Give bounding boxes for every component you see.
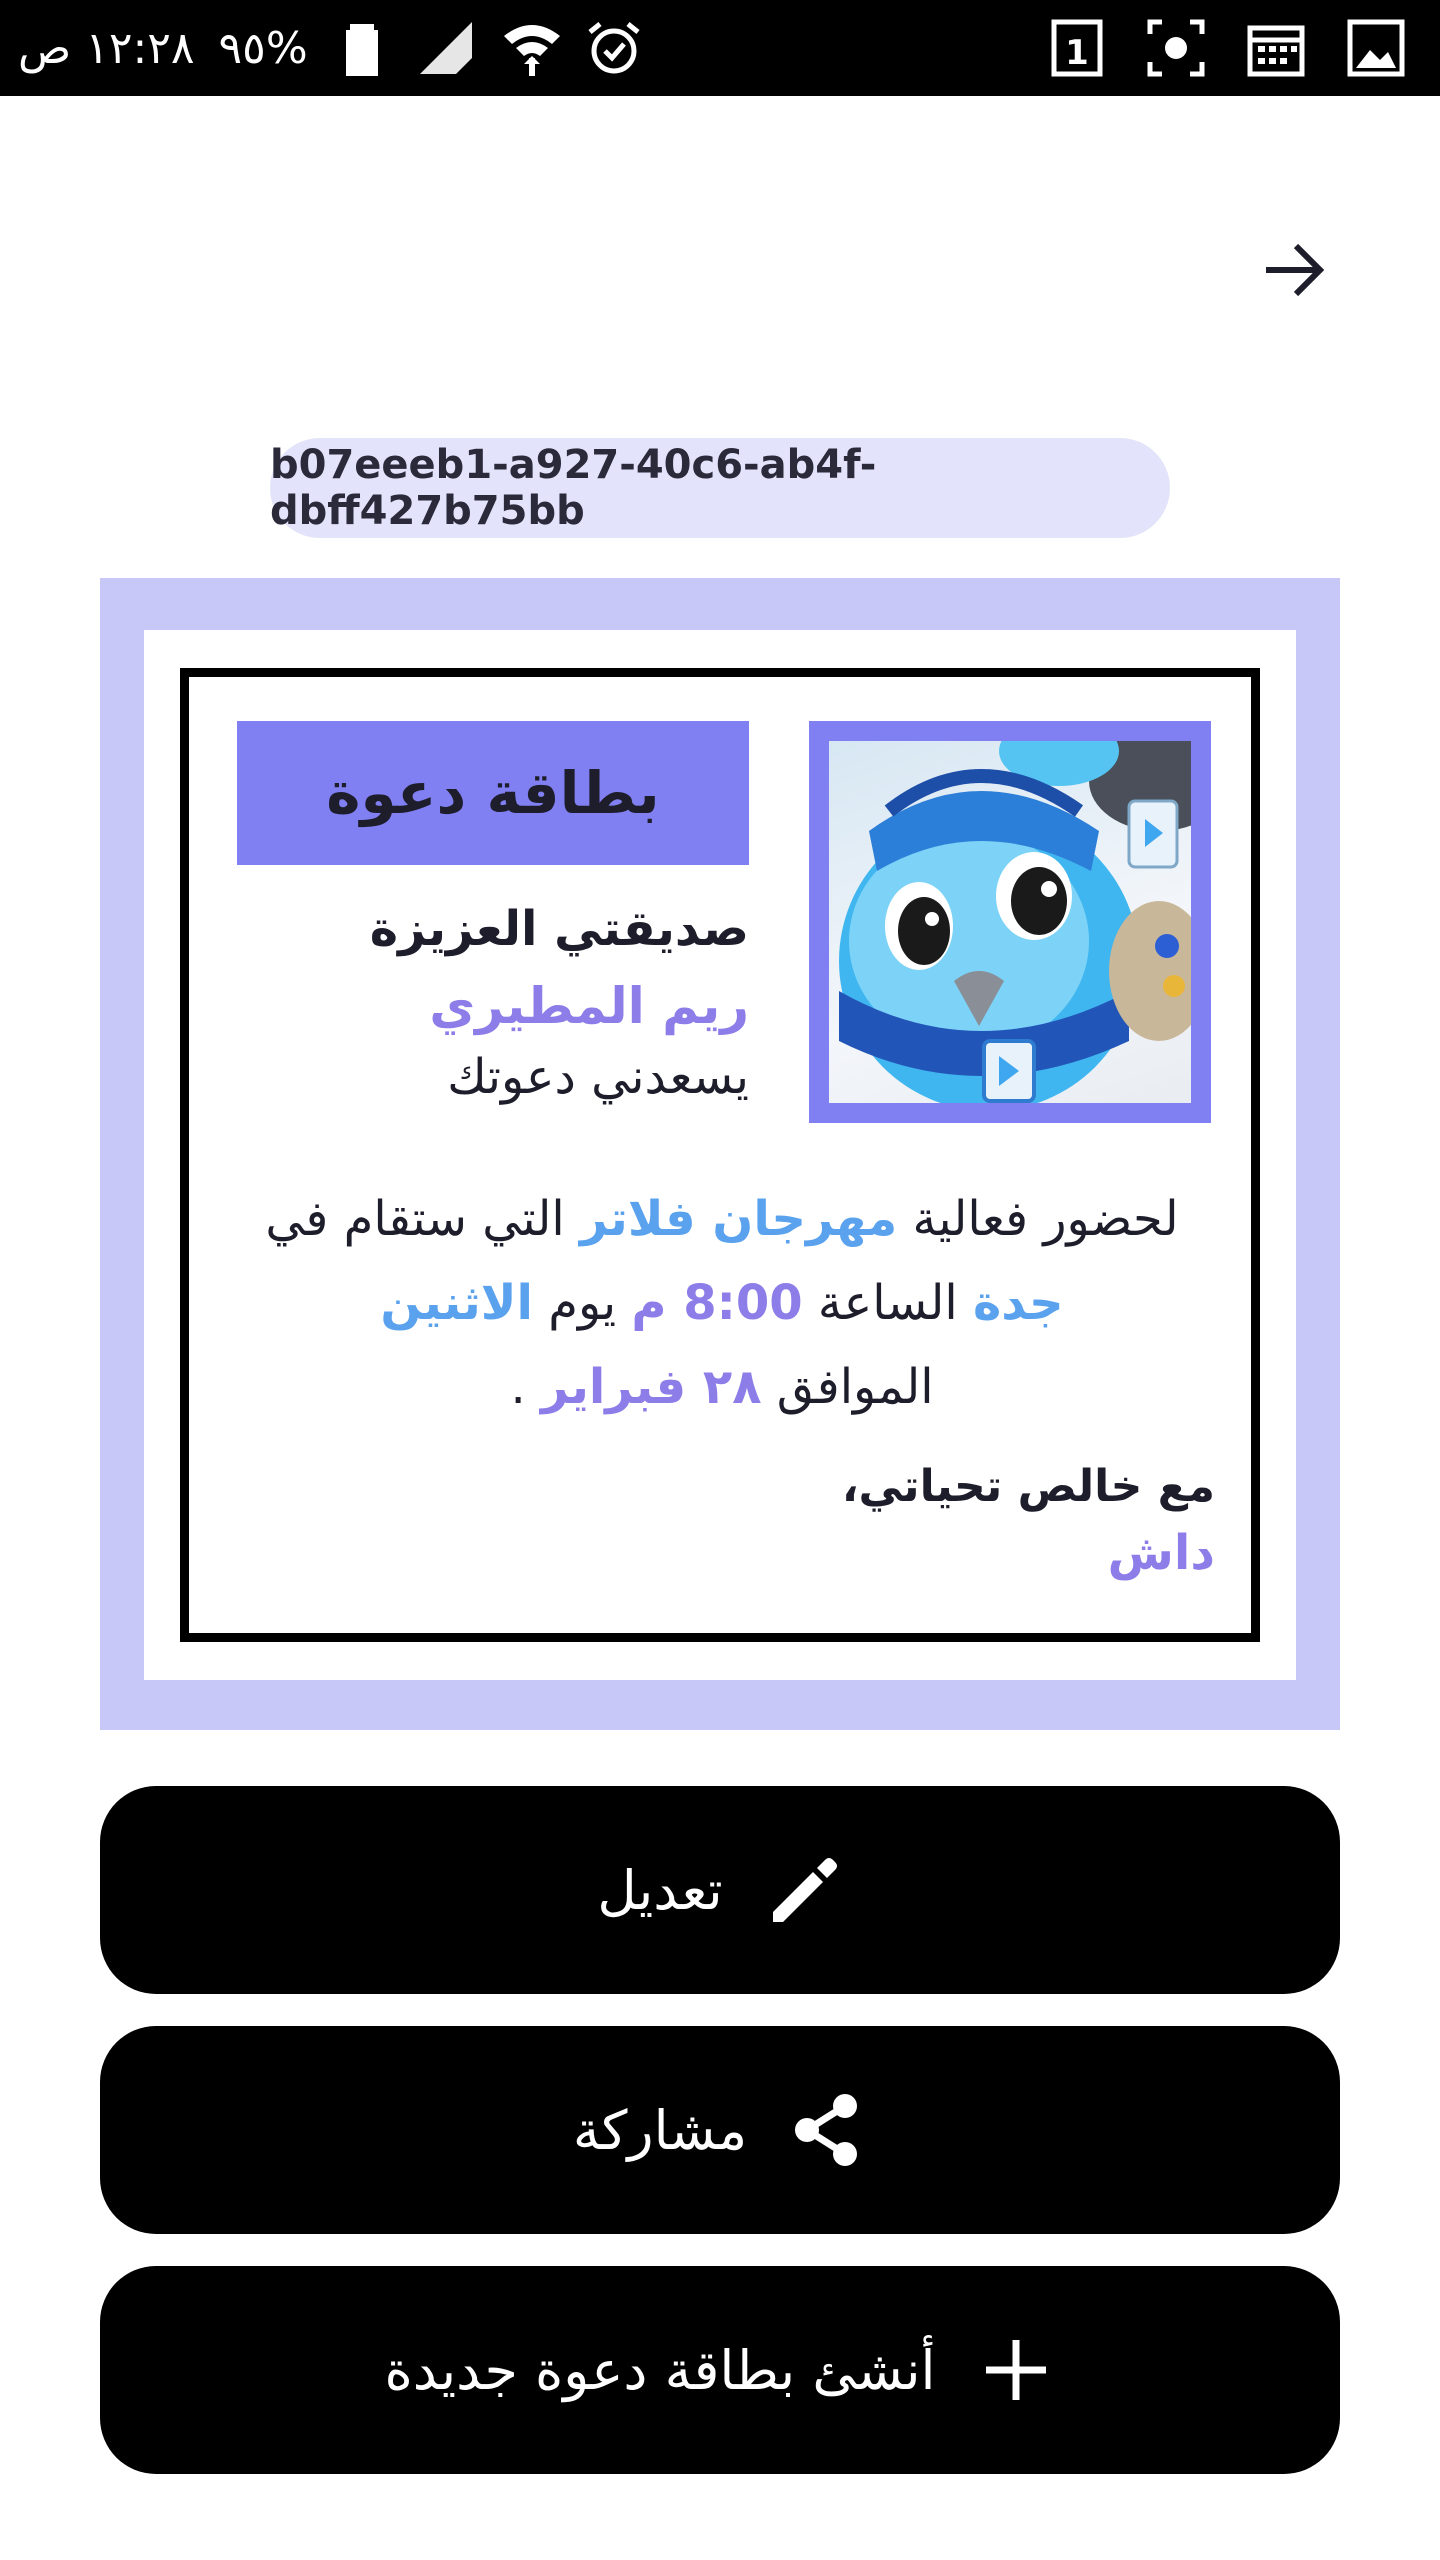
calendar-icon — [1246, 18, 1306, 78]
card-id-chip: b07eeeb1-a927-40c6-ab4f-dbff427b75bb — [270, 438, 1170, 538]
status-battery-percent: %٩٥ — [218, 22, 308, 74]
event-name: مهرجان فلاتر — [579, 1191, 898, 1247]
card-body-text: لحضور فعالية مهرجان فلاتر التي ستقام في … — [229, 1177, 1215, 1429]
body-text-part: . — [510, 1359, 541, 1415]
status-bar-left: ١٢:٢٨ ص %٩٥ — [18, 0, 644, 96]
screenshot-icon — [1146, 18, 1206, 78]
battery-icon — [332, 18, 392, 78]
create-new-card-button[interactable]: أنشئ بطاقة دعوة جديدة — [100, 2266, 1340, 2474]
status-bar: ١٢:٢٨ ص %٩٥ 1 — [0, 0, 1440, 96]
share-icon — [787, 2090, 867, 2170]
wifi-icon — [500, 18, 560, 78]
image-icon — [1346, 18, 1406, 78]
card-title-band: بطاقة دعوة — [237, 721, 749, 865]
event-city: جدة — [972, 1275, 1064, 1331]
body-text-part: لحضور فعالية — [897, 1191, 1179, 1247]
edit-button-label: تعديل — [597, 1858, 723, 1922]
card-title: بطاقة دعوة — [326, 759, 660, 827]
plus-icon — [976, 2330, 1056, 2410]
card-photo-frame — [809, 721, 1211, 1123]
status-time: ١٢:٢٨ ص — [18, 22, 195, 74]
body-text-part: الموافق — [761, 1359, 934, 1415]
alarm-icon — [584, 18, 644, 78]
card-closing: مع خالص تحياتي، داش — [229, 1455, 1215, 1587]
body-text-part: يوم — [532, 1275, 632, 1331]
card-recipient-name: ريم المطيري — [429, 977, 749, 1035]
body-text-part: التي ستقام في — [265, 1191, 580, 1247]
edit-button[interactable]: تعديل — [100, 1786, 1340, 1994]
card-sender: داش — [1107, 1525, 1215, 1581]
share-button-label: مشاركة — [572, 2098, 748, 2162]
share-button[interactable]: مشاركة — [100, 2026, 1340, 2234]
card-id-text: b07eeeb1-a927-40c6-ab4f-dbff427b75bb — [270, 442, 877, 534]
create-new-card-label: أنشئ بطاقة دعوة جديدة — [384, 2338, 936, 2402]
card-closing-line: مع خالص تحياتي، — [841, 1461, 1215, 1512]
svg-text:1: 1 — [1065, 33, 1089, 73]
card-greeting: صديقتي العزيزة — [369, 901, 749, 957]
pencil-icon — [763, 1850, 843, 1930]
dash-mascot-image — [829, 741, 1191, 1103]
card-invite-line: يسعدني دعوتك — [447, 1049, 749, 1105]
invitation-card: بطاقة دعوة صديقتي العزيزة ريم المطيري يس… — [100, 578, 1340, 1730]
signal-icon — [416, 18, 476, 78]
card-frame: بطاقة دعوة صديقتي العزيزة ريم المطيري يس… — [180, 668, 1260, 1642]
card-inner-border: بطاقة دعوة صديقتي العزيزة ريم المطيري يس… — [144, 630, 1296, 1680]
arrow-right-icon — [1266, 243, 1325, 297]
body-text-part: الساعة — [802, 1275, 973, 1331]
event-day: الاثنين — [380, 1275, 533, 1331]
status-bar-right: 1 — [1046, 0, 1406, 96]
sim-1-icon: 1 — [1046, 18, 1106, 78]
event-time: 8:00 م — [631, 1275, 803, 1331]
back-button[interactable] — [1252, 228, 1336, 312]
event-date: ٢٨ فبراير — [540, 1359, 762, 1415]
